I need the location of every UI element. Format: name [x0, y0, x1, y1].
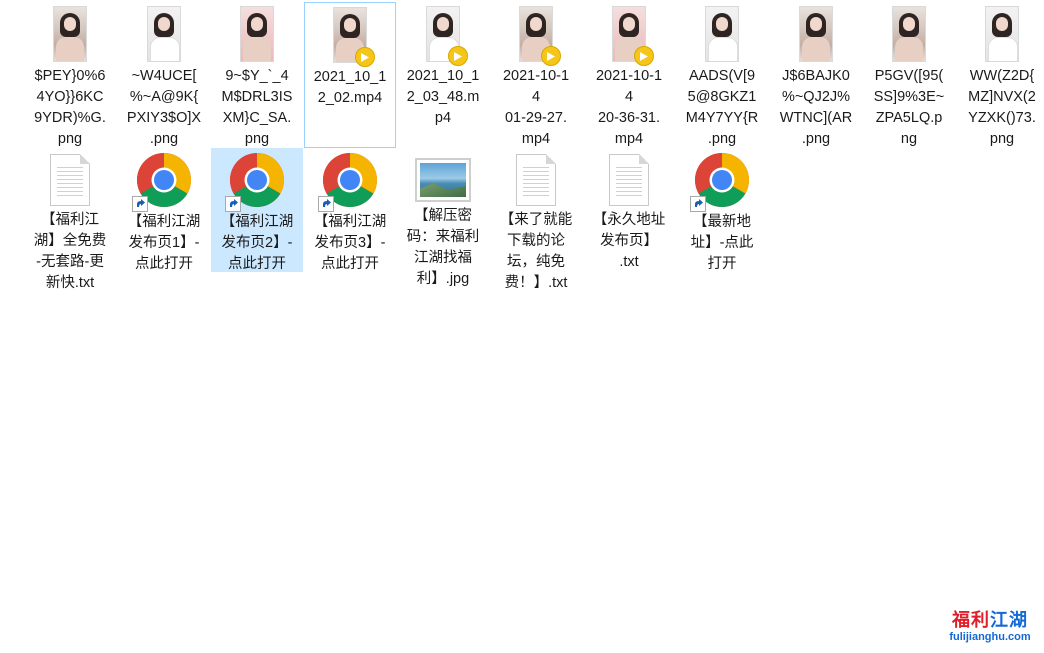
video-thumbnail-icon	[612, 6, 654, 66]
file-item[interactable]: 2021_10_1 2_02.mp4	[304, 2, 396, 148]
file-name-label: 2021-10-1 4 20-36-31. mp4	[595, 68, 663, 147]
shortcut-arrow-icon	[318, 196, 334, 212]
file-name-label: 【解压密 码：来福利 江湖找福 利】.jpg	[406, 208, 480, 287]
file-item[interactable]: 【福利江 湖】全免费 -无套路-更 新快.txt	[24, 148, 116, 291]
text-file-icon	[50, 152, 90, 206]
file-name-label: J$6BAJK0 %~QJ2J% WTNC](AR .png	[779, 68, 853, 147]
file-item[interactable]: AADS(V[9 5@8GKZ1 M4Y7YY{R .png	[676, 2, 768, 148]
file-name-label: WW(Z2D{ MZ]NVX(2 YZXK()73. png	[968, 68, 1036, 147]
file-item[interactable]: ~W4UCE[ %~A@9K{ PXIY3$O]X .png	[118, 2, 210, 148]
file-name-label: 【永久地址 发布页】 .txt	[592, 212, 666, 270]
file-item[interactable]: 【来了就能 下载的论 坛，纯免 费！】.txt	[490, 148, 582, 291]
file-item[interactable]: 2021-10-1 4 01-29-27. mp4	[490, 2, 582, 148]
image-thumbnail-icon	[985, 6, 1019, 62]
watermark-title: 福利江湖	[942, 606, 1038, 632]
image-thumbnail-icon	[799, 6, 833, 62]
chrome-shortcut-icon	[225, 152, 285, 212]
file-item[interactable]: 【解压密 码：来福利 江湖找福 利】.jpg	[397, 148, 489, 287]
text-file-icon	[609, 152, 649, 206]
image-thumbnail-icon	[147, 6, 181, 62]
file-name-label: 【福利江湖 发布页2】- 点此打开	[220, 214, 294, 272]
watermark-url: fulijianghu.com	[949, 631, 1031, 643]
file-item[interactable]: 【永久地址 发布页】 .txt	[583, 148, 675, 272]
jpg-image-icon	[415, 152, 471, 202]
file-item[interactable]: 2021-10-1 4 20-36-31. mp4	[583, 2, 675, 148]
file-name-label: ~W4UCE[ %~A@9K{ PXIY3$O]X .png	[126, 68, 202, 147]
file-name-label: 【最新地 址】-点此 打开	[690, 214, 754, 272]
file-item[interactable]: 【福利江湖 发布页2】- 点此打开	[211, 148, 303, 272]
video-thumbnail-icon	[519, 6, 561, 66]
play-icon	[634, 46, 654, 66]
video-thumbnail-icon	[426, 6, 468, 66]
file-item[interactable]: $PEY}0%6 4YO}}6KC 9YDR)%G. png	[24, 2, 116, 148]
image-thumbnail-icon	[705, 6, 739, 62]
chrome-shortcut-icon	[690, 152, 750, 212]
image-thumbnail-icon	[53, 6, 87, 62]
chrome-shortcut-icon	[318, 152, 378, 212]
shortcut-arrow-icon	[690, 196, 706, 212]
file-grid: $PEY}0%6 4YO}}6KC 9YDR)%G. png ~W4UCE[ %~…	[0, 0, 1044, 653]
file-item[interactable]: P5GV([95( SS]9%3E~ ZPA5LQ.p ng	[863, 2, 955, 148]
play-icon	[355, 47, 375, 67]
shortcut-arrow-icon	[225, 196, 241, 212]
image-thumbnail-icon	[892, 6, 926, 62]
shortcut-arrow-icon	[132, 196, 148, 212]
file-name-label: 【福利江湖 发布页3】- 点此打开	[313, 214, 387, 272]
file-item[interactable]: J$6BAJK0 %~QJ2J% WTNC](AR .png	[770, 2, 862, 148]
video-thumbnail-icon	[333, 7, 375, 67]
file-name-label: 2021_10_1 2_03_48.m p4	[406, 68, 480, 126]
file-name-label: P5GV([95( SS]9%3E~ ZPA5LQ.p ng	[873, 68, 945, 147]
file-name-label: $PEY}0%6 4YO}}6KC 9YDR)%G. png	[34, 68, 106, 147]
file-item[interactable]: 【最新地 址】-点此 打开	[676, 148, 768, 272]
file-item[interactable]: 【福利江湖 发布页1】- 点此打开	[118, 148, 210, 272]
file-name-label: 【福利江湖 发布页1】- 点此打开	[127, 214, 201, 272]
file-name-label: AADS(V[9 5@8GKZ1 M4Y7YY{R .png	[685, 68, 759, 147]
file-item[interactable]: WW(Z2D{ MZ]NVX(2 YZXK()73. png	[956, 2, 1044, 148]
play-icon	[448, 46, 468, 66]
watermark-title-blue: 江湖	[990, 610, 1028, 630]
image-thumbnail-icon	[240, 6, 274, 62]
file-item[interactable]: 2021_10_1 2_03_48.m p4	[397, 2, 489, 148]
file-item[interactable]: 9~$Y_`_4 M$DRL3IS XM}C_SA. png	[211, 2, 303, 148]
chrome-shortcut-icon	[132, 152, 192, 212]
file-name-label: 9~$Y_`_4 M$DRL3IS XM}C_SA. png	[221, 68, 293, 147]
file-item[interactable]: 【福利江湖 发布页3】- 点此打开	[304, 148, 396, 272]
play-icon	[541, 46, 561, 66]
file-name-label: 2021_10_1 2_02.mp4	[313, 69, 387, 106]
file-name-label: 【来了就能 下载的论 坛，纯免 费！】.txt	[499, 212, 573, 291]
watermark-logo: 福利江湖 fulijianghu.com	[942, 606, 1038, 648]
file-name-label: 【福利江 湖】全免费 -无套路-更 新快.txt	[33, 212, 107, 291]
text-file-icon	[516, 152, 556, 206]
file-name-label: 2021-10-1 4 01-29-27. mp4	[502, 68, 570, 147]
watermark-title-red: 福利	[952, 610, 990, 630]
